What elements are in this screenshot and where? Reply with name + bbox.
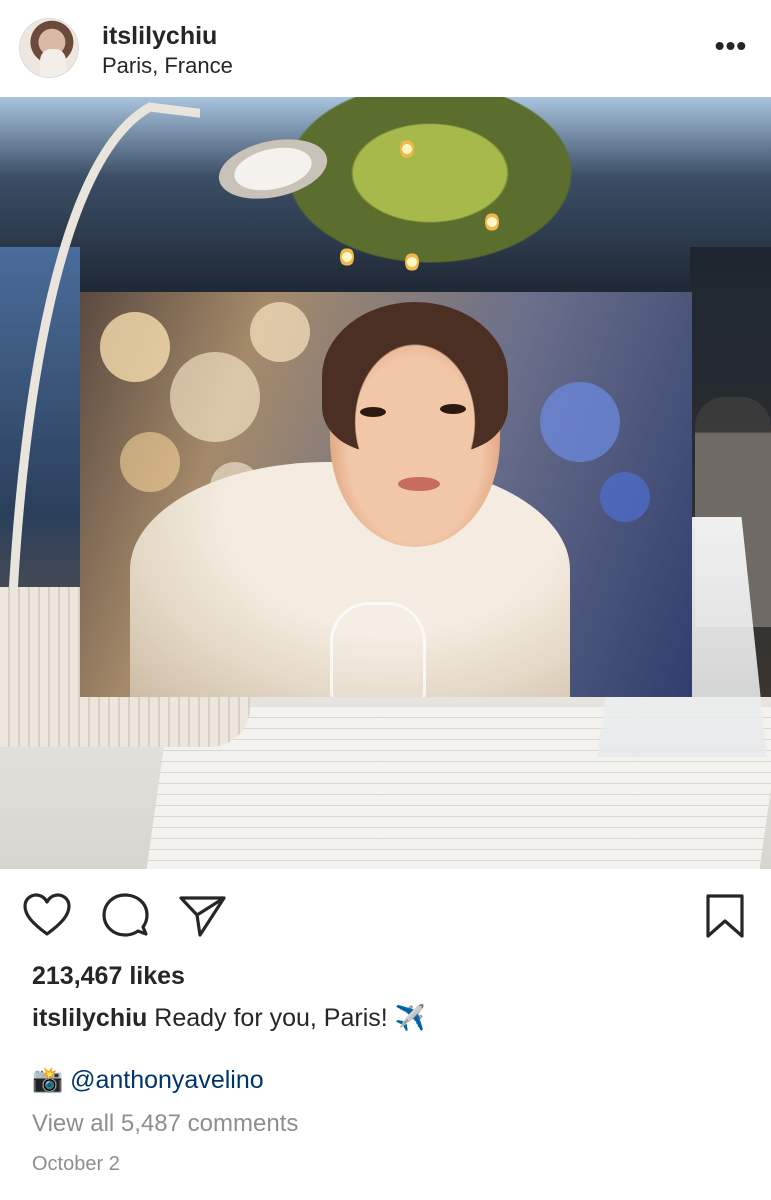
post-username[interactable]: itslilychiu [102, 22, 217, 51]
post-caption: itslilychiu Ready for you, Paris! ✈️ [32, 1004, 426, 1033]
bokeh-light [170, 352, 260, 442]
likes-count[interactable]: 213,467 likes [32, 962, 185, 991]
photo-inset-portrait [80, 292, 692, 697]
airplane-icon: ✈️ [394, 1004, 426, 1032]
bokeh-light [120, 432, 180, 492]
bokeh-light [600, 472, 650, 522]
photo-credit: 📸 @anthonyavelino [32, 1066, 264, 1095]
photo-bulb [400, 139, 414, 159]
portrait-eye [440, 404, 466, 414]
camera-flash-icon: 📸 [32, 1066, 64, 1094]
bokeh-light [250, 302, 310, 362]
bokeh-light [540, 382, 620, 462]
portrait-eye [360, 407, 386, 417]
comment-bubble-icon[interactable] [100, 891, 150, 941]
credit-mention-link[interactable]: @anthonyavelino [70, 1066, 264, 1094]
photo-bulb [340, 247, 354, 267]
caption-username[interactable]: itslilychiu [32, 1004, 147, 1032]
portrait-wine-glass [330, 602, 426, 697]
photo-bulb [405, 252, 419, 272]
view-all-comments-link[interactable]: View all 5,487 comments [32, 1110, 298, 1138]
post-location[interactable]: Paris, France [102, 53, 233, 79]
photo-hanging-plants [250, 97, 610, 287]
portrait-hair [322, 302, 508, 452]
photo-bulb [485, 212, 499, 232]
post-header: itslilychiu Paris, France ••• [0, 0, 771, 97]
bokeh-light [100, 312, 170, 382]
avatar[interactable] [19, 18, 79, 78]
bookmark-icon[interactable] [700, 891, 750, 941]
more-options-icon[interactable]: ••• [714, 32, 748, 60]
caption-text: Ready for you, Paris! [154, 1004, 388, 1032]
post-actions [0, 869, 771, 959]
portrait-lips [398, 477, 440, 491]
post-date: October 2 [32, 1153, 120, 1175]
post-photo[interactable] [0, 97, 771, 869]
paper-plane-icon[interactable] [178, 891, 228, 941]
heart-icon[interactable] [22, 891, 72, 941]
